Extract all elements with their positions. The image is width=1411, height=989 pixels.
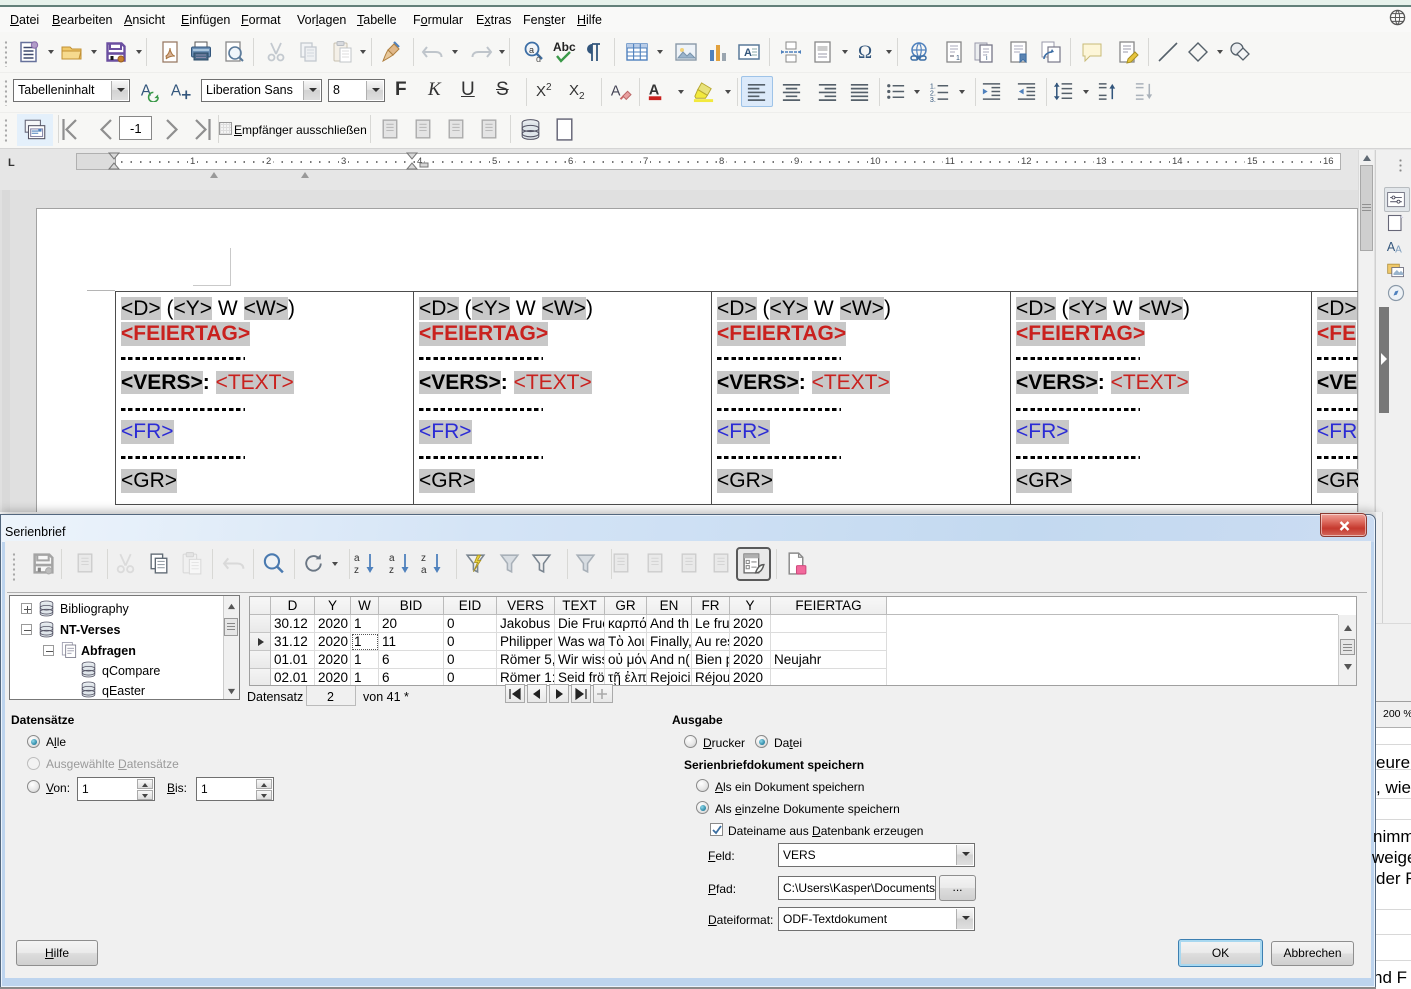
svg-text:z: z bbox=[389, 565, 394, 576]
svg-text:a: a bbox=[354, 553, 360, 564]
svg-text:z: z bbox=[421, 553, 426, 564]
svg-text:a: a bbox=[389, 553, 395, 564]
svg-text:z: z bbox=[354, 565, 359, 576]
svg-text:a: a bbox=[421, 565, 427, 576]
